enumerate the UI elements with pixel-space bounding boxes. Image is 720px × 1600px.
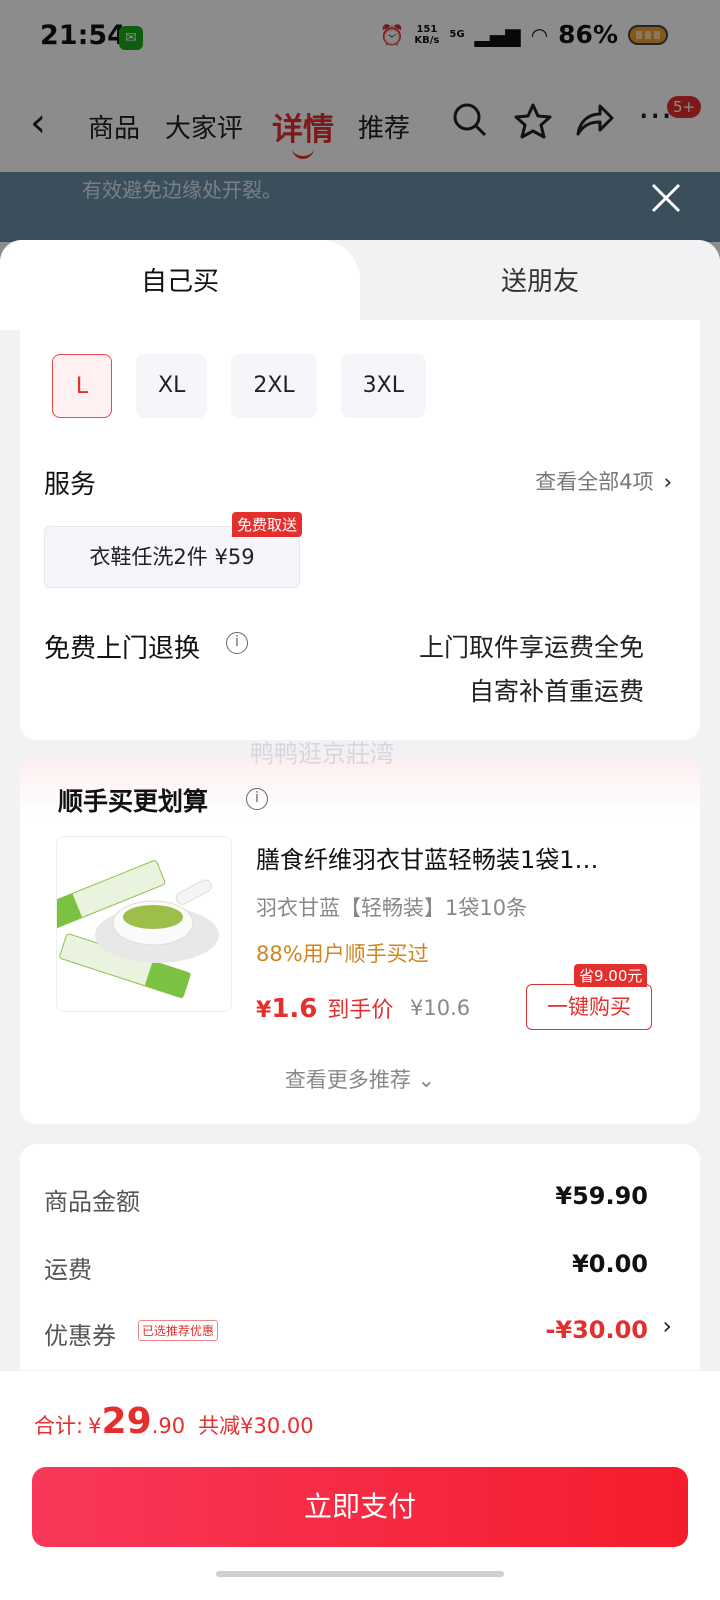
shipping-label: 运费: [44, 1256, 92, 1284]
save-tag: 省9.00元: [574, 964, 648, 987]
purchase-mode-tabs: 送朋友 自己买: [0, 240, 720, 330]
home-indicator[interactable]: [216, 1571, 504, 1577]
product-name[interactable]: 膳食纤维羽衣甘蓝轻畅装1袋1…: [256, 840, 646, 875]
total-amount: 合计: ¥29.90 共减¥30.00: [34, 1401, 314, 1442]
return-pickup-text: 上门取件享运费全免: [418, 633, 644, 662]
shipping-value: ¥0.00: [572, 1250, 648, 1278]
product-bought-rate: 88%用户顺手买过: [256, 942, 429, 966]
pay-now-button[interactable]: 立即支付: [32, 1467, 688, 1547]
coupon-tag: 已选推荐优惠: [138, 1320, 219, 1341]
info-icon[interactable]: i: [246, 788, 268, 810]
size-options: L XL 2XL 3XL: [52, 354, 426, 418]
size-option-2xl[interactable]: 2XL: [231, 354, 317, 418]
size-option-3xl[interactable]: 3XL: [340, 354, 426, 418]
recommend-title: 顺手买更划算: [58, 787, 209, 816]
product-image[interactable]: [56, 836, 232, 1012]
checkout-bar: 合计: ¥29.90 共减¥30.00 立即支付: [0, 1370, 720, 1600]
service-title: 服务: [44, 470, 97, 500]
price-summary-card: 商品金额 ¥59.90 运费 ¥0.00 优惠券 已选推荐优惠 -¥30.00 …: [20, 1144, 700, 1384]
coupon-value[interactable]: -¥30.00: [545, 1316, 648, 1344]
watermark: 鸭鸭逛京莊湾: [250, 740, 394, 768]
goods-amount-value: ¥59.90: [555, 1182, 648, 1210]
dim-overlay[interactable]: [0, 0, 720, 260]
more-recommendations-link[interactable]: 查看更多推荐 ⌄: [20, 1064, 700, 1094]
product-original-price: ¥10.6: [410, 996, 471, 1020]
recommend-card: 顺手买更划算 i 膳食纤维羽衣甘蓝轻畅装1袋1… 羽衣甘蓝【轻畅装】1袋10条: [20, 758, 700, 1124]
goods-amount-label: 商品金额: [44, 1188, 140, 1216]
tab-gift-friend[interactable]: 送朋友: [360, 240, 720, 330]
one-click-buy-button[interactable]: 一键购买: [526, 984, 652, 1030]
chevron-right-icon: ›: [663, 470, 672, 494]
product-spec: 羽衣甘蓝【轻畅装】1袋10条: [256, 896, 528, 920]
service-view-all[interactable]: 查看全部4项 ›: [535, 466, 672, 496]
purchase-sheet: 送朋友 自己买 L XL 2XL 3XL 服务 查看全部4项 › 衣鞋任洗2件 ¥…: [0, 240, 720, 1600]
product-price: ¥1.6 到手价: [256, 994, 394, 1024]
tab-buy-self[interactable]: 自己买: [0, 240, 360, 330]
chevron-right-icon[interactable]: ›: [662, 1312, 672, 1340]
info-icon[interactable]: i: [226, 632, 248, 654]
close-icon[interactable]: [650, 178, 682, 224]
free-return-title: 免费上门退换: [44, 634, 201, 664]
options-card: L XL 2XL 3XL 服务 查看全部4项 › 衣鞋任洗2件 ¥59 免费取送 …: [20, 320, 700, 740]
coupon-label: 优惠券: [44, 1322, 116, 1350]
size-option-xl[interactable]: XL: [136, 354, 208, 418]
service-badge: 免费取送: [232, 512, 303, 537]
return-self-ship-text: 自寄补首重运费: [468, 677, 644, 706]
size-option-l[interactable]: L: [52, 354, 112, 418]
